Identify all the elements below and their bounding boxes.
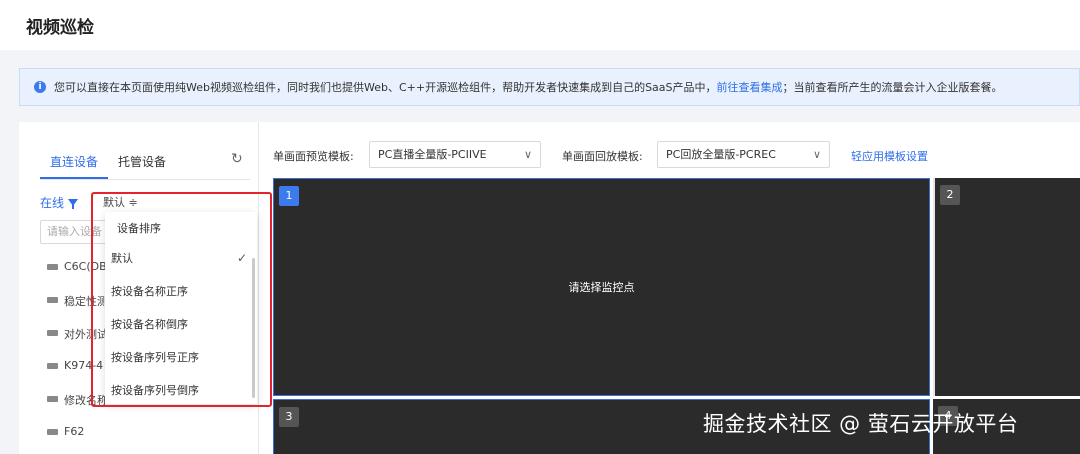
video-cell-1[interactable]: 1 请选择监控点 — [273, 178, 930, 396]
playback-template-label: 单画面回放模板: — [562, 150, 643, 163]
check-icon: ✓ — [236, 251, 247, 265]
select-monitor-placeholder: 请选择监控点 — [568, 281, 635, 294]
list-item[interactable]: F62 — [47, 425, 117, 454]
template-settings-link[interactable]: 轻应用模板设置 — [851, 148, 928, 164]
video-cell-2[interactable]: 2 — [933, 178, 1080, 396]
active-tab-indicator — [40, 177, 108, 179]
preview-template-value: PC直播全量版-PCIIVE — [378, 148, 487, 161]
dropdown-scrollbar[interactable] — [252, 258, 255, 398]
online-label: 在线 — [40, 196, 65, 210]
preview-template-select[interactable]: PC直播全量版-PCIIVE ∨ — [369, 141, 541, 168]
tab-hosted-devices[interactable]: 托管设备 — [118, 153, 166, 170]
header: 视频巡检 — [0, 0, 1080, 50]
playback-template-value: PC回放全量版-PCREC — [666, 148, 776, 161]
camera-icon — [47, 429, 58, 435]
tab-direct-devices[interactable]: 直连设备 — [50, 153, 98, 170]
sort-option-name-asc[interactable]: 按设备名称正序 — [111, 275, 251, 308]
device-name: 修改名称 — [64, 394, 108, 407]
tab-divider — [40, 179, 250, 180]
filter-icon — [68, 199, 79, 209]
chevron-down-icon: ∨ — [523, 148, 532, 161]
sort-dropdown: 设备排序 默认 ✓ 按设备名称正序 按设备名称倒序 按设备序列号正序 按设备序列… — [105, 212, 257, 404]
sort-option-serial-desc[interactable]: 按设备序列号倒序 — [111, 374, 251, 407]
device-name: F62 — [64, 425, 85, 438]
device-name: C6C(DB — [64, 260, 107, 273]
preview-template-label: 单画面预览模板: — [273, 150, 354, 163]
camera-icon — [47, 297, 58, 303]
camera-icon — [47, 264, 58, 270]
device-name: 稳定性测 — [64, 295, 108, 308]
cell-number-badge: 2 — [940, 185, 960, 205]
main-panel: 直连设备 托管设备 ↻ 在线 默认 ≑ 请输入设备 C6C(DB 稳定性测 对外… — [19, 122, 1080, 454]
dropdown-title: 设备排序 — [117, 222, 161, 235]
device-name: K974-4 — [64, 359, 104, 372]
online-filter[interactable]: 在线 — [40, 194, 79, 211]
sort-option-default[interactable]: 默认 ✓ — [111, 242, 251, 275]
integration-link[interactable]: 前往查看集成 — [717, 79, 783, 95]
camera-icon — [47, 396, 58, 402]
sort-toggle[interactable]: 默认 ≑ — [103, 194, 138, 210]
watermark: 掘金技术社区 @ 萤石云开放平台 — [703, 412, 1019, 436]
page-title: 视频巡检 — [26, 18, 94, 38]
cell-number-badge: 3 — [279, 407, 299, 427]
playback-template-select[interactable]: PC回放全量版-PCREC ∨ — [657, 141, 830, 168]
sort-option-name-desc[interactable]: 按设备名称倒序 — [111, 308, 251, 341]
cell-number-badge: 1 — [279, 186, 299, 206]
notice-bar: i 您可以直接在本页面使用纯Web视频巡检组件，同时我们也提供Web、C++开源… — [19, 68, 1080, 106]
sort-option-serial-asc[interactable]: 按设备序列号正序 — [111, 341, 251, 374]
info-icon: i — [34, 81, 46, 93]
camera-icon — [47, 330, 58, 336]
notice-suffix: ；当前查看所产生的流量会计入企业版套餐。 — [782, 81, 1003, 94]
device-sidebar: 直连设备 托管设备 ↻ 在线 默认 ≑ 请输入设备 C6C(DB 稳定性测 对外… — [19, 122, 272, 454]
sort-option-label: 默认 — [111, 252, 133, 265]
refresh-icon[interactable]: ↻ — [231, 151, 243, 167]
camera-icon — [47, 363, 58, 369]
chevron-down-icon: ∨ — [812, 148, 821, 161]
device-search-input[interactable]: 请输入设备 — [40, 220, 108, 244]
device-name: 对外测试 — [64, 328, 108, 341]
notice-text: 您可以直接在本页面使用纯Web视频巡检组件，同时我们也提供Web、C++开源巡检… — [54, 81, 717, 94]
